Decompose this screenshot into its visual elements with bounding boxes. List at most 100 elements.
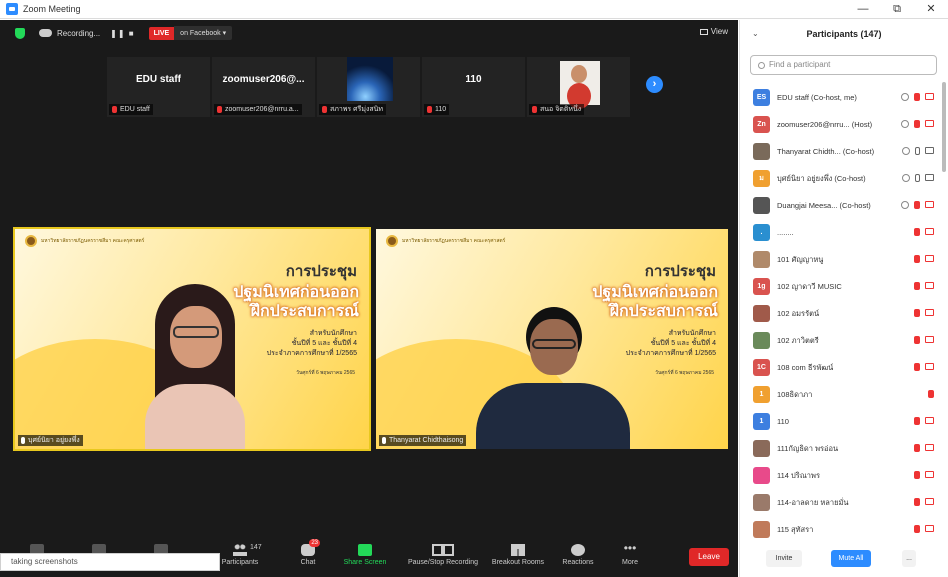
more-label: More [622,559,638,566]
mic-muted-icon [914,417,920,425]
pause-stop-recording-button[interactable]: Pause/Stop Recording [399,540,487,566]
zoom-app-icon [6,3,18,15]
participant-row[interactable]: 111กัญธิดา พรอ่อน [740,435,940,462]
participant-row[interactable]: Duangjai Meesa... (Co-host) [740,192,940,219]
slide-date: วันศุกร์ที่ 6 พฤษภาคม 2565 [296,370,355,376]
more-button[interactable]: ••• More [595,540,665,566]
participant-avatar: 1 [753,386,770,403]
mic-muted-icon [914,255,920,263]
cloud-recording-icon [39,29,52,37]
camera-on-icon [925,147,934,154]
participant-row[interactable]: 102 อมรรัตน์ [740,300,940,327]
participant-name: Thanyarat Chidth... (Co-host) [777,147,875,156]
participant-search-input[interactable]: Find a participant [750,55,937,75]
participant-row[interactable]: 114 ปริณาพร [740,462,940,489]
participant-row[interactable]: 102 ภาวิตตรี [740,327,940,354]
leave-button[interactable]: Leave [689,548,729,566]
participant-avatar: 1g [753,278,770,295]
camera-off-icon [925,471,934,478]
camera-off-icon [925,255,934,262]
recording-controls[interactable]: ❚❚ ■ [110,29,134,38]
thumbnail-label: EDU staff [109,104,153,115]
participant-avatar [753,143,770,160]
participants-icon: 147 [233,544,262,556]
participant-name: 102 ญาดาวี MUSIC [777,281,842,291]
close-button[interactable]: ✕ [914,0,948,19]
mic-icon [21,437,25,444]
window-title: Zoom Meeting [23,4,81,14]
participant-status-icons [914,471,934,479]
mic-muted-icon [914,120,920,128]
restore-button[interactable]: ⧉ [880,0,914,19]
thumbnail-tile[interactable]: สภาพร ศรีมุ่งสนิท [317,57,420,117]
panel-scrollbar[interactable] [942,82,946,172]
camera-off-icon [925,444,934,451]
slide-header: มหาวิทยาลัยราชภัฏนครราชสีมา คณะครุศาสตร์ [386,235,505,247]
invite-button[interactable]: Invite [766,550,802,567]
participant-name: 102 ภาวิตตรี [777,335,819,345]
participant-status-icons [914,282,934,290]
mic-muted-icon [914,309,920,317]
mic-muted-icon [217,106,222,113]
participant-row[interactable]: 101 ศัญญาหนู [740,246,940,273]
participant-status-icons [914,498,934,506]
camera-off-icon [925,525,934,532]
participant-status-icons [914,444,934,452]
thumbnail-label: สนอ จิตติหนึ่ง [529,104,585,115]
participant-row[interactable]: ม บุศย์นิยา อยู่ยงพึ่ง (Co-host) [740,165,940,192]
participant-row[interactable]: 1g 102 ญาดาวี MUSIC [740,273,940,300]
participant-video-image [560,61,600,105]
thumbnail-tile[interactable]: zoomuser206@... zoomuser206@nrru.a... [212,57,315,117]
participant-name: 114-อาลดาย หลายมั่น [777,497,849,507]
collapse-chevron-icon[interactable]: ⌄ [752,29,759,38]
participant-name: 110 [777,417,789,426]
participant-row[interactable]: 1 110 [740,408,940,435]
participant-row[interactable]: 115 สุทัสรา [740,516,940,543]
screen-share-icon [901,201,909,209]
participant-name: 102 อมรรัตน์ [777,308,820,318]
participant-row[interactable]: Thanyarat Chidth... (Co-host) [740,138,940,165]
next-page-arrow-icon[interactable]: › [646,76,663,93]
mic-muted-icon [914,471,920,479]
panel-more-button[interactable]: ... [902,550,916,567]
breakout-rooms-icon [511,544,525,556]
thumbnail-tile[interactable]: 110 110 [422,57,525,117]
video-tile[interactable]: มหาวิทยาลัยราชภัฏนครราชสีมา คณะครุศาสตร์… [374,227,730,451]
reactions-icon [571,544,585,556]
thumbnail-tile[interactable]: EDU staff EDU staff [107,57,210,117]
search-icon [758,61,765,69]
slide-details: สำหรับนักศึกษา ชั้นปีที่ 5 และ ชั้นปีที่ … [625,330,716,357]
security-shield-icon[interactable] [15,27,25,39]
camera-off-icon [925,336,934,343]
mute-all-button[interactable]: Mute All [831,550,871,567]
screen-share-icon [902,174,910,182]
thumbnail-tile[interactable]: สนอ จิตติหนึ่ง [527,57,630,117]
screen-share-icon [901,120,909,128]
participant-status-icons [914,363,934,371]
meeting-area: Recording... ❚❚ ■ LIVE on Facebook ▾ Vie… [0,20,738,577]
participant-row[interactable]: 1 108ธิดาภา [740,381,940,408]
participant-name: 114 ปริณาพร [777,470,820,480]
mic-muted-icon [914,93,920,101]
participant-avatar [753,197,770,214]
participant-name: 108 com ธีรพัฒน์ [777,362,834,372]
live-target-dropdown[interactable]: on Facebook ▾ [174,26,233,40]
participant-row[interactable]: 1C 108 com ธีรพัฒน์ [740,354,940,381]
minimize-button[interactable]: — [846,0,880,19]
participant-row[interactable]: ES EDU staff (Co-host, me) [740,84,940,111]
participant-row[interactable]: Zn zoomuser206@nrru... (Host) [740,111,940,138]
mic-muted-icon [914,498,920,506]
active-video-tile[interactable]: มหาวิทยาลัยราชภัฏนครราชสีมา คณะครุศาสตร์… [13,227,371,451]
thumbnail-label: zoomuser206@nrru.a... [214,104,302,115]
participant-row[interactable]: ......... [740,219,940,246]
camera-on-icon [925,174,934,181]
slide-header: มหาวิทยาลัยราชภัฏนครราชสีมา คณะครุศาสตร์ [25,235,144,247]
camera-off-icon [925,93,934,100]
thumbnail-label: สภาพร ศรีมุ่งสนิท [319,104,387,115]
share-screen-button[interactable]: Share Screen [330,540,400,566]
mic-muted-icon [532,106,537,113]
view-button[interactable]: View [699,27,728,36]
participant-row[interactable]: 114-อาลดาย หลายมั่น [740,489,940,516]
mic-muted-icon [928,390,934,398]
recording-status: Recording... [57,28,101,38]
